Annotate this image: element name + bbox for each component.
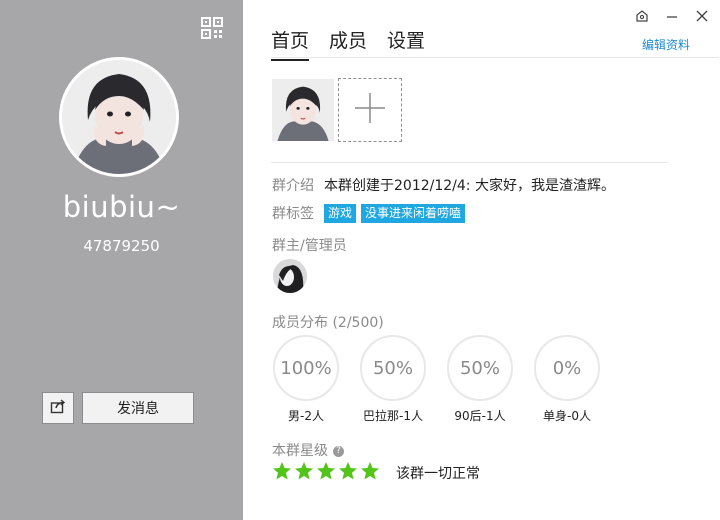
stat-label-single: 单身-0人 xyxy=(543,409,591,423)
intro-row: 群介绍 本群创建于2012/12/4: 大家好，我是渣渣辉。 xyxy=(272,175,615,195)
minimize-icon[interactable] xyxy=(664,8,680,24)
group-id: 47879250 xyxy=(83,237,160,255)
star-icon xyxy=(361,462,379,480)
tab-members[interactable]: 成员 xyxy=(329,26,367,61)
tags-row: 群标签 游戏 没事进来闲着唠嗑 xyxy=(272,203,470,223)
qr-code-icon[interactable] xyxy=(201,17,223,39)
rating-status-text: 该群一切正常 xyxy=(396,466,480,482)
intro-label: 群介绍 xyxy=(272,178,314,194)
close-icon[interactable] xyxy=(694,8,710,24)
tag-badge[interactable]: 游戏 xyxy=(324,203,357,223)
stat-circle-age: 50% xyxy=(447,335,513,401)
stat-circle-single: 0% xyxy=(534,335,600,401)
group-name: biubiu~ xyxy=(62,190,181,224)
tab-bar: 首页 成员 设置 xyxy=(271,26,445,61)
group-photo-thumbnail[interactable] xyxy=(272,79,334,141)
admin-avatar[interactable] xyxy=(273,259,307,293)
tag-badge[interactable]: 没事进来闲着唠嗑 xyxy=(361,203,466,223)
star-icon xyxy=(295,462,313,480)
admins-label: 群主/管理员 xyxy=(272,238,347,254)
star-rating xyxy=(272,461,380,481)
tab-divider xyxy=(271,57,719,58)
stat-circle-gender: 100% xyxy=(273,335,339,401)
rating-label-row: 本群星级? xyxy=(272,440,344,460)
stat-circle-region: 50% xyxy=(360,335,426,401)
share-icon xyxy=(50,398,66,418)
stat-label-region: 巴拉那-1人 xyxy=(363,409,423,423)
group-sidebar: biubiu~ 47879250 发消息 xyxy=(0,0,243,520)
member-count: (2/500) xyxy=(332,315,384,331)
star-icon xyxy=(317,462,335,480)
star-icon xyxy=(339,462,357,480)
member-distribution-label: 成员分布 (2/500) xyxy=(272,315,384,331)
stat-label-age: 90后-1人 xyxy=(454,409,506,423)
edit-profile-link[interactable]: 编辑资料 xyxy=(642,36,690,53)
stat-label-gender: 男-2人 xyxy=(288,409,324,423)
group-avatar[interactable] xyxy=(59,57,179,177)
rating-label: 本群星级 xyxy=(272,443,328,459)
tags-label: 群标签 xyxy=(272,206,314,222)
help-icon[interactable]: ? xyxy=(333,445,344,457)
plus-icon xyxy=(353,91,387,129)
section-divider xyxy=(271,162,667,163)
add-photo-button[interactable] xyxy=(338,78,402,142)
intro-text: 本群创建于2012/12/4: 大家好，我是渣渣辉。 xyxy=(324,178,615,194)
skin-icon[interactable] xyxy=(634,8,650,24)
send-message-button[interactable]: 发消息 xyxy=(82,392,194,424)
tab-home[interactable]: 首页 xyxy=(271,26,310,61)
star-icon xyxy=(273,462,291,480)
window-controls xyxy=(634,8,710,24)
share-button[interactable] xyxy=(42,392,74,424)
tab-settings[interactable]: 设置 xyxy=(387,26,425,61)
